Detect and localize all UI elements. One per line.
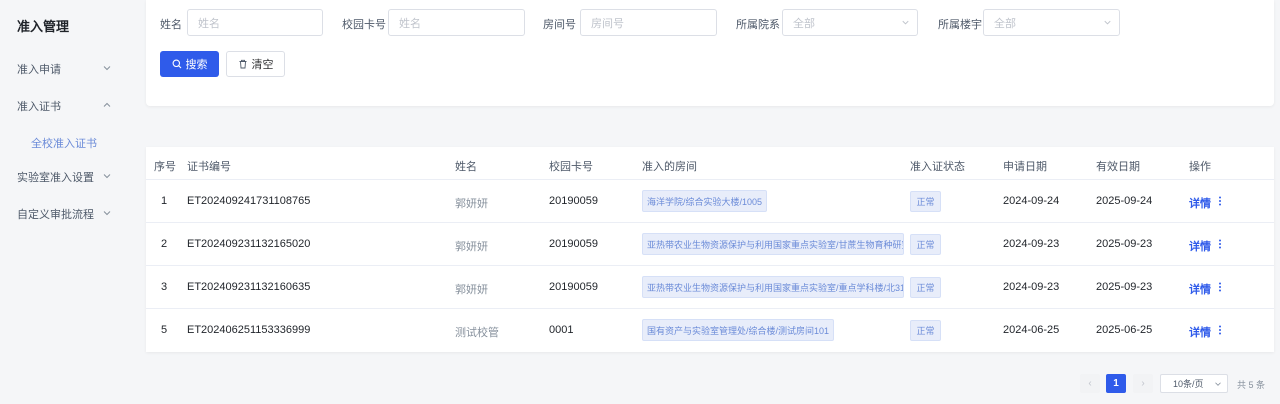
cert-table: 序号 证书编号 姓名 校园卡号 准入的房间 准入证状态 申请日期 有效日期 操作… [146, 147, 1274, 352]
cell-seq: 3 [161, 281, 168, 293]
cell-name: 郭妍妍 [455, 198, 488, 210]
clear-button[interactable]: 清空 [226, 51, 285, 77]
college-select[interactable]: 全部 [782, 9, 918, 36]
status-badge: 正常 [910, 191, 941, 212]
search-icon [172, 59, 181, 69]
page-size-select[interactable]: 10条/页 [1160, 374, 1228, 393]
col-room: 准入的房间 [642, 161, 697, 173]
college-label: 所属院系 [736, 19, 780, 31]
cell-card: 20190059 [549, 195, 598, 207]
col-card: 校园卡号 [549, 161, 593, 173]
more-vertical-icon[interactable] [1216, 281, 1224, 293]
card-label: 校园卡号 [342, 19, 386, 31]
sidebar-item-label: 准入证书 [17, 101, 61, 113]
cell-apply-date: 2024-06-25 [1003, 324, 1060, 336]
room-tag: 亚热带农业生物资源保护与利用国家重点实验室/重点学科楼/北317 [642, 276, 904, 298]
chevron-down-icon [1104, 20, 1111, 25]
cell-cert-no: ET202406251153336999 [187, 324, 311, 336]
detail-link[interactable]: 详情 [1189, 238, 1211, 254]
cell-name: 测试校管 [455, 327, 499, 339]
table-row: 2 ET202409231132165020 郭妍妍 20190059 亚热带农… [146, 223, 1274, 266]
detail-link[interactable]: 详情 [1189, 281, 1211, 297]
col-cert-no: 证书编号 [187, 161, 231, 173]
page-1-button[interactable]: 1 [1106, 374, 1126, 393]
chevron-down-icon [103, 174, 111, 179]
table-header: 序号 证书编号 姓名 校园卡号 准入的房间 准入证状态 申请日期 有效日期 操作 [146, 147, 1274, 180]
prev-page-button[interactable]: ‹ [1080, 374, 1100, 393]
building-select-value: 全部 [994, 17, 1016, 30]
cell-name: 郭妍妍 [455, 241, 488, 253]
room-tag: 海洋学院/综合实验大楼/1005 [642, 190, 768, 212]
cell-valid-date: 2025-09-23 [1096, 238, 1153, 250]
cell-card: 0001 [549, 324, 574, 336]
sidebar-item-admission-apply[interactable]: 准入申请 [0, 58, 139, 80]
cell-apply-date: 2024-09-23 [1003, 238, 1060, 250]
status-badge: 正常 [910, 320, 941, 341]
sidebar-item-admission-cert[interactable]: 准入证书 [0, 95, 139, 117]
detail-link[interactable]: 详情 [1189, 195, 1211, 211]
cell-apply-date: 2024-09-23 [1003, 281, 1060, 293]
chevron-down-icon [103, 211, 111, 216]
page-size-value: 10条/页 [1173, 379, 1204, 389]
sidebar: 准入管理 准入申请 准入证书 全校准入证书 实验室准入设置 自定义审批流程 [0, 0, 139, 404]
card-input[interactable]: 姓名 [388, 9, 525, 36]
clear-button-label: 清空 [251, 59, 274, 71]
search-panel: 姓名 姓名 校园卡号 姓名 房间号 房间号 所属院系 全部 所属楼宇 全部 搜索… [146, 0, 1274, 106]
cell-seq: 1 [161, 195, 168, 207]
more-vertical-icon[interactable] [1216, 195, 1224, 207]
next-page-button[interactable]: › [1133, 374, 1153, 393]
chevron-down-icon [103, 66, 111, 71]
col-seq: 序号 [154, 161, 176, 173]
cell-cert-no: ET202409231132160635 [187, 281, 311, 293]
sidebar-item-label: 准入申请 [17, 64, 61, 76]
sidebar-item-approval-flow[interactable]: 自定义审批流程 [0, 203, 139, 225]
sidebar-subitem-all-cert[interactable]: 全校准入证书 [31, 135, 97, 151]
building-label: 所属楼宇 [938, 19, 982, 31]
table-row: 3 ET202409231132160635 郭妍妍 20190059 亚热带农… [146, 266, 1274, 309]
sidebar-item-lab-settings[interactable]: 实验室准入设置 [0, 166, 139, 188]
status-badge: 正常 [910, 277, 941, 298]
room-input[interactable]: 房间号 [580, 9, 717, 36]
cell-valid-date: 2025-09-24 [1096, 195, 1153, 207]
more-vertical-icon[interactable] [1216, 238, 1224, 250]
col-name: 姓名 [455, 161, 477, 173]
building-select[interactable]: 全部 [983, 9, 1120, 36]
cell-valid-date: 2025-06-25 [1096, 324, 1153, 336]
cell-seq: 2 [161, 238, 168, 250]
cell-cert-no: ET202409241731108765 [187, 195, 311, 207]
table-row: 5 ET202406251153336999 测试校管 0001 国有资产与实验… [146, 309, 1274, 352]
col-action: 操作 [1189, 161, 1211, 173]
sidebar-title: 准入管理 [17, 19, 70, 34]
cell-seq: 5 [161, 324, 168, 336]
name-label: 姓名 [160, 19, 182, 31]
name-input[interactable]: 姓名 [187, 9, 323, 36]
trash-icon [239, 59, 246, 69]
sidebar-item-label: 实验室准入设置 [17, 172, 94, 184]
col-apply-date: 申请日期 [1003, 161, 1047, 173]
col-valid-date: 有效日期 [1096, 161, 1140, 173]
cell-apply-date: 2024-09-24 [1003, 195, 1060, 207]
chevron-down-icon [902, 20, 909, 25]
status-badge: 正常 [910, 234, 941, 255]
table-row: 1 ET202409241731108765 郭妍妍 20190059 海洋学院… [146, 180, 1274, 223]
cell-valid-date: 2025-09-23 [1096, 281, 1153, 293]
cell-cert-no: ET202409231132165020 [187, 238, 311, 250]
room-label: 房间号 [543, 19, 576, 31]
search-button[interactable]: 搜索 [160, 51, 219, 77]
room-tag: 国有资产与实验室管理处/综合楼/测试房间101 [642, 319, 835, 341]
col-status: 准入证状态 [910, 161, 965, 173]
cell-card: 20190059 [549, 238, 598, 250]
detail-link[interactable]: 详情 [1189, 324, 1211, 340]
sidebar-item-label: 自定义审批流程 [17, 209, 94, 221]
more-vertical-icon[interactable] [1216, 324, 1224, 336]
college-select-value: 全部 [793, 17, 815, 30]
search-button-label: 搜索 [185, 59, 208, 71]
chevron-up-icon [103, 102, 111, 107]
chevron-down-icon [1215, 382, 1221, 386]
cell-name: 郭妍妍 [455, 284, 488, 296]
total-count: 共 5 条 [1237, 380, 1266, 390]
cell-card: 20190059 [549, 281, 598, 293]
room-tag: 亚热带农业生物资源保护与利用国家重点实验室/甘蔗生物育种研究中心/ [642, 233, 904, 255]
